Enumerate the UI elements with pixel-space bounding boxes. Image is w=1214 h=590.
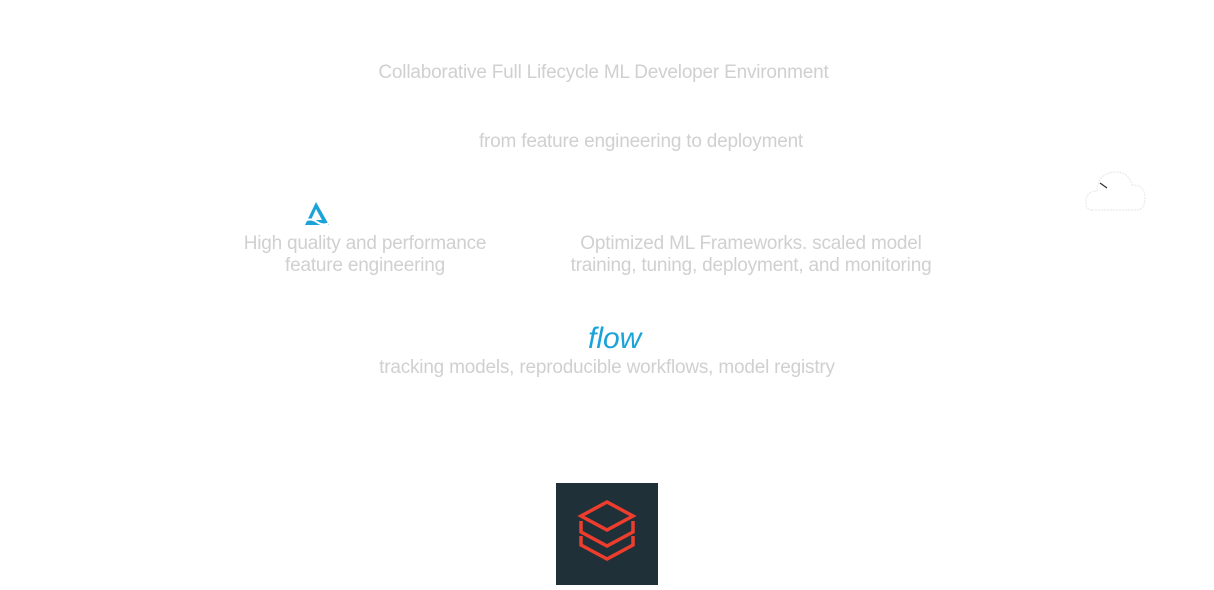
triangle-wave-logo-icon: [302, 202, 332, 226]
cloud-icon: [1085, 171, 1146, 211]
feature-text-2: Optimized ML Frameworks. scaled model tr…: [551, 233, 951, 277]
slide-subtitle: from feature engineering to deployment: [478, 131, 804, 152]
feature-1-line1: High quality and performance: [243, 233, 487, 254]
feature-1-line2: feature engineering: [285, 255, 445, 276]
feature-2-line2: training, tuning, deployment, and monito…: [570, 255, 932, 276]
flow-logo-icon: flow: [588, 322, 644, 355]
slide-title: Collaborative Full Lifecycle ML Develope…: [378, 62, 829, 83]
feature-2-line1: Optimized ML Frameworks. scaled model: [580, 233, 922, 254]
stacked-layers-logo: [556, 483, 658, 585]
feature-text-3: tracking models, reproducible workflows,…: [379, 357, 835, 378]
stacked-layers-logo-icon: [577, 500, 637, 561]
flow-logo-text: flow: [588, 322, 644, 355]
feature-text-1: High quality and performance feature eng…: [215, 233, 515, 277]
